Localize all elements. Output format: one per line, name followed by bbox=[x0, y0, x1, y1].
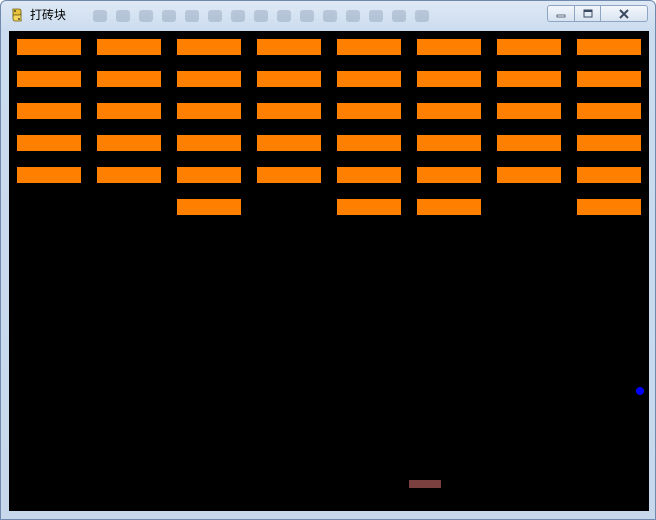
minimize-icon bbox=[556, 14, 566, 17]
ball bbox=[636, 387, 644, 395]
brick bbox=[337, 167, 401, 183]
brick bbox=[257, 39, 321, 55]
brick bbox=[97, 135, 161, 151]
game-canvas[interactable] bbox=[9, 31, 649, 511]
brick bbox=[177, 167, 241, 183]
brick bbox=[417, 103, 481, 119]
title-bar[interactable]: 打砖块 bbox=[1, 1, 655, 30]
game-window: 打砖块 bbox=[0, 0, 656, 520]
brick bbox=[417, 39, 481, 55]
paddle[interactable] bbox=[409, 480, 441, 488]
brick bbox=[417, 199, 481, 215]
brick bbox=[257, 103, 321, 119]
brick bbox=[17, 135, 81, 151]
window-title: 打砖块 bbox=[30, 8, 67, 22]
brick bbox=[497, 39, 561, 55]
brick bbox=[17, 103, 81, 119]
brick bbox=[17, 167, 81, 183]
brick bbox=[577, 103, 641, 119]
brick bbox=[97, 39, 161, 55]
brick bbox=[497, 167, 561, 183]
minimize-button[interactable] bbox=[547, 5, 575, 22]
brick bbox=[257, 167, 321, 183]
maximize-icon bbox=[583, 9, 592, 18]
brick bbox=[577, 199, 641, 215]
brick bbox=[417, 167, 481, 183]
maximize-button[interactable] bbox=[574, 5, 601, 22]
brick bbox=[337, 71, 401, 87]
brick bbox=[337, 135, 401, 151]
close-icon bbox=[619, 8, 629, 19]
brick bbox=[337, 39, 401, 55]
brick bbox=[97, 167, 161, 183]
brick bbox=[97, 71, 161, 87]
close-button[interactable] bbox=[600, 5, 648, 22]
brick bbox=[577, 135, 641, 151]
brick bbox=[177, 71, 241, 87]
brick bbox=[257, 135, 321, 151]
brick bbox=[177, 135, 241, 151]
brick bbox=[497, 135, 561, 151]
brick bbox=[417, 135, 481, 151]
brick bbox=[497, 103, 561, 119]
brick bbox=[577, 71, 641, 87]
brick bbox=[17, 71, 81, 87]
brick bbox=[17, 39, 81, 55]
brick bbox=[97, 103, 161, 119]
brick bbox=[257, 71, 321, 87]
brick bbox=[337, 199, 401, 215]
brick bbox=[337, 103, 401, 119]
brick bbox=[177, 39, 241, 55]
brick bbox=[577, 167, 641, 183]
brick bbox=[417, 71, 481, 87]
python-snake-icon bbox=[12, 8, 22, 22]
background-toolbar-ghost bbox=[93, 7, 523, 23]
brick bbox=[177, 199, 241, 215]
brick bbox=[177, 103, 241, 119]
brick bbox=[577, 39, 641, 55]
brick bbox=[497, 71, 561, 87]
